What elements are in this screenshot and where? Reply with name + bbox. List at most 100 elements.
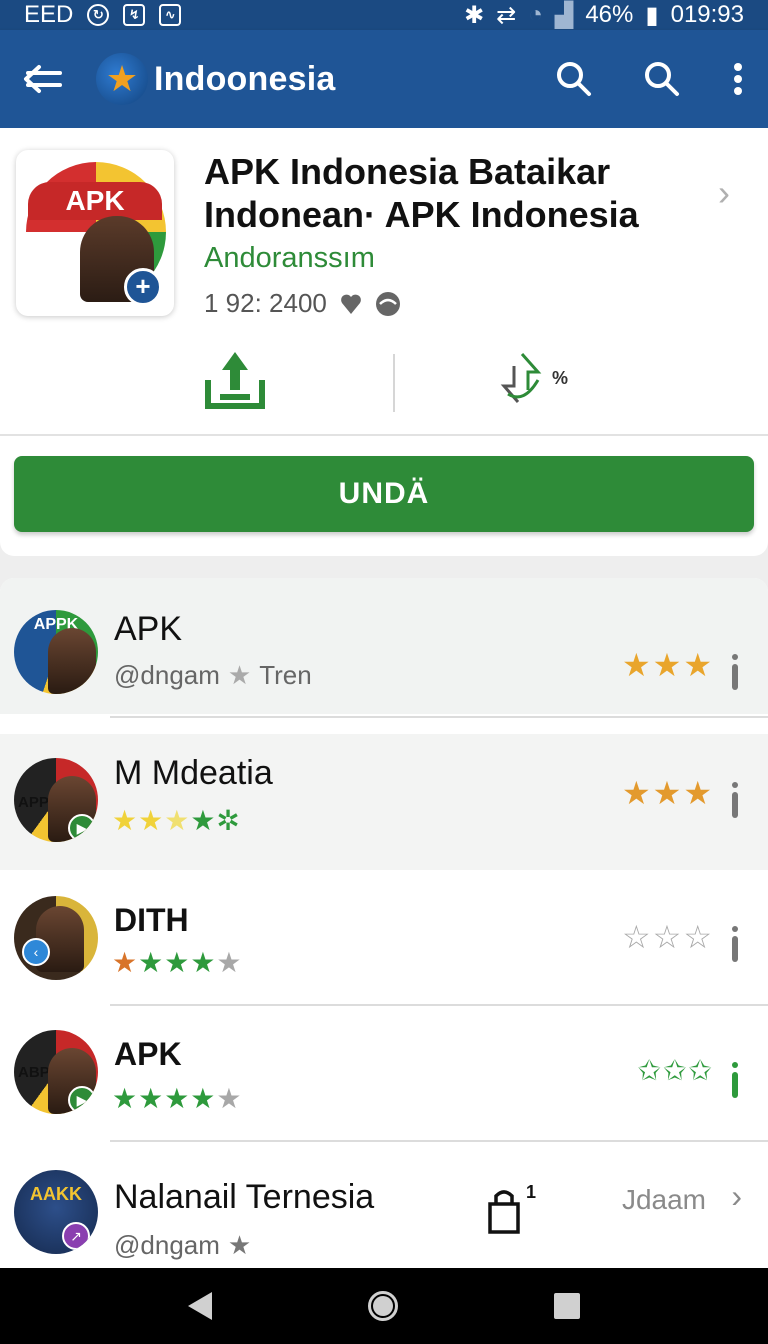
info-button[interactable] <box>730 1062 740 1102</box>
star-icon: ★★★★ <box>112 1083 217 1114</box>
list-item[interactable]: APPK APK @dngam ★ Tren ★★★ <box>0 578 768 718</box>
action-divider <box>393 354 395 412</box>
star-icon: ★ <box>164 805 191 836</box>
app-bar: ★ Indoonesia <box>0 30 768 128</box>
item-title: Nalanail Ternesia <box>114 1178 375 1216</box>
item-rating: ✩✩✩ <box>637 1055 714 1086</box>
chevron-right-icon[interactable]: › <box>731 1178 742 1215</box>
item-handle: @dngam <box>114 1230 220 1260</box>
activity-icon: ∿ <box>159 4 182 26</box>
list-item[interactable]: AAKK ↗ Nalanail Ternesia @dngam ★ 1 Jdaa… <box>0 1142 768 1268</box>
star-icon: ★★ <box>112 805 165 836</box>
info-button[interactable] <box>730 926 740 966</box>
globe-icon <box>375 291 400 316</box>
avatar: APPK <box>14 610 98 694</box>
avatar: AAKK ↗ <box>14 1170 98 1254</box>
download-icon <box>205 352 265 409</box>
nav-back-icon[interactable] <box>188 1292 212 1320</box>
share-badge-icon: ‹ <box>22 938 50 966</box>
share-percent-label: % <box>552 368 569 388</box>
back-arrow-icon <box>24 65 62 93</box>
card-divider <box>0 434 768 436</box>
item-rating: ☆☆☆ <box>621 919 714 955</box>
search-button[interactable] <box>552 57 596 101</box>
item-title: DITH <box>114 902 189 938</box>
item-title: APK <box>114 1036 182 1072</box>
developer-name[interactable]: Andoranssım <box>204 242 375 275</box>
battery-label: 46% <box>585 1 634 28</box>
item-title: APK <box>114 610 183 648</box>
nav-recent-apps-icon[interactable] <box>554 1293 580 1319</box>
avatar-label: AAKK <box>30 1184 82 1204</box>
notification-icon: ↯ <box>123 4 146 26</box>
star-icon: ★ <box>227 1230 252 1260</box>
play-badge-icon: ▶ <box>68 814 96 842</box>
overflow-menu-button[interactable] <box>728 57 748 101</box>
chevron-right-icon[interactable]: › <box>718 172 730 214</box>
back-button[interactable] <box>20 56 66 102</box>
install-button[interactable]: UNDÄ <box>14 456 754 532</box>
star-icon: ★★★ <box>138 947 217 978</box>
item-stars: ★★★★★ <box>112 1082 243 1115</box>
bag-count-button[interactable]: 1 <box>484 1182 536 1236</box>
list-item[interactable]: ABP ▶ APK ★★★★★ ✩✩✩ <box>0 1006 768 1142</box>
stats-label: 1 92: 2400 <box>204 288 327 318</box>
nav-home-dot <box>373 1296 393 1316</box>
app-actions <box>552 57 748 101</box>
item-rating: ★★★ <box>621 775 714 811</box>
star-icon: ★✲ <box>190 805 241 836</box>
item-title: M Mdeatia <box>114 754 273 792</box>
avatar: ‹ <box>14 896 98 980</box>
star-icon: ★ <box>227 660 252 690</box>
app-title: Indoonesia <box>154 59 336 98</box>
plus-icon[interactable]: + <box>124 268 162 306</box>
list-item[interactable]: APP ▶ M Mdeatia ★★★★✲ ★★★ <box>0 734 768 870</box>
app-icon-label: APK <box>28 182 162 220</box>
item-subtitle: @dngam ★ Tren <box>114 660 312 691</box>
star-icon: ★ <box>216 1083 243 1114</box>
app-name: APK Indonesia Bataikar Indonean· APK Ind… <box>204 151 639 235</box>
search-icon <box>557 62 591 96</box>
clock-label: 019:93 <box>670 1 744 28</box>
more-vert-icon <box>734 63 742 95</box>
search-icon <box>645 62 679 96</box>
status-right: ✱ ⇄ ◔ ▟ 46% ▮ 019:93 <box>464 1 744 30</box>
bird-badge-icon: ↗ <box>62 1222 90 1250</box>
avatar-portrait <box>48 628 96 694</box>
item-stars: ★★★★✲ <box>112 804 241 837</box>
action-row: % <box>0 350 768 436</box>
item-subtitle: @dngam ★ <box>114 1230 251 1261</box>
avatar: APP ▶ <box>14 758 98 842</box>
item-stars: ★★★★★ <box>112 946 243 979</box>
item-handle: @dngam <box>114 660 220 690</box>
star-logo-icon: ★ <box>96 53 148 105</box>
sync-icon: ↻ <box>87 4 110 26</box>
carrier-label: EED <box>24 1 74 28</box>
star-icon: ★ <box>216 947 243 978</box>
info-button[interactable] <box>730 654 740 694</box>
star-icon: ★ <box>112 947 139 978</box>
list-divider <box>110 716 768 718</box>
recycle-arrows-icon <box>500 353 542 403</box>
search-secondary-button[interactable] <box>640 57 684 101</box>
item-trend: Tren <box>259 660 312 690</box>
battery-icon: ▮ <box>645 1 659 29</box>
info-button[interactable] <box>730 782 740 822</box>
play-badge-icon: ▶ <box>68 1086 96 1114</box>
app-stats: 1 92: 2400 <box>204 288 401 319</box>
list-item[interactable]: ‹ DITH ★★★★★ ☆☆☆ <box>0 870 768 1006</box>
avatar: ABP ▶ <box>14 1030 98 1114</box>
related-apps-list: APPK APK @dngam ★ Tren ★★★ APP ▶ M Mdeat… <box>0 578 768 1268</box>
status-left: EED ↻ ↯ ∿ <box>24 1 182 29</box>
app-icon: APK + <box>16 150 174 316</box>
status-bar: EED ↻ ↯ ∿ ✱ ⇄ ◔ ▟ 46% ▮ 019:93 <box>0 0 768 30</box>
bluetooth-icon: ✱ <box>464 1 485 29</box>
signal-icon: ▟ <box>554 1 574 29</box>
heart-icon <box>340 294 361 314</box>
download-button[interactable] <box>200 350 270 412</box>
vibrate-icon: ⇄ <box>496 1 517 29</box>
item-rating: ★★★ <box>621 647 714 683</box>
nav-home-icon[interactable] <box>368 1291 398 1321</box>
bag-count-label: 1 <box>526 1182 537 1202</box>
system-nav-bar <box>0 1268 768 1344</box>
